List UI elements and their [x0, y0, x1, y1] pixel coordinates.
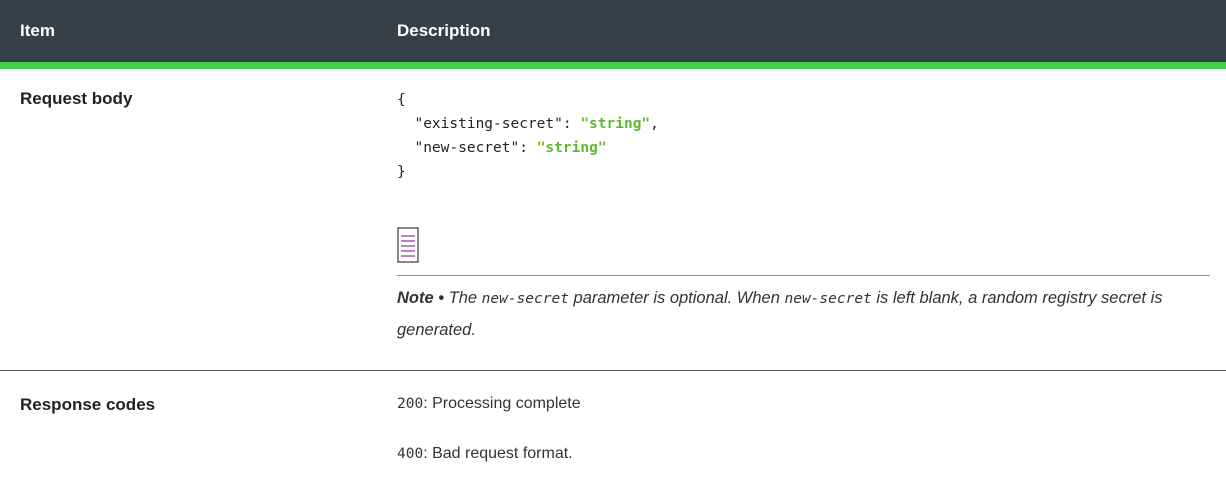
response-code-description: : Bad request format.: [423, 445, 573, 462]
note-text-part: The: [444, 289, 482, 307]
response-code-item: 200: Processing complete: [397, 395, 581, 413]
note-divider: [397, 275, 1210, 276]
request-body-label: Request body: [20, 89, 133, 108]
code-line-new-secret-key: "new-secret":: [397, 140, 537, 156]
code-line-new-secret-value: "string": [536, 140, 607, 156]
response-code-number: 400: [397, 446, 424, 462]
code-line-comma: ,: [650, 116, 659, 132]
table-row-response-codes: Response codes 200: Processing complete …: [0, 371, 1226, 484]
code-line-existing-secret-value: "string": [580, 116, 651, 132]
api-parameter-table: Item Description Request body { "existin…: [0, 0, 1226, 484]
response-codes-label: Response codes: [20, 395, 156, 414]
note-icon: [397, 227, 419, 263]
note-text-part: parameter is optional. When: [568, 289, 785, 307]
request-body-code-sample: { "existing-secret": "string", "new-secr…: [397, 88, 659, 184]
note-inline-code: new-secret: [481, 291, 569, 307]
note-paragraph: Note • The new-secret parameter is optio…: [397, 283, 1217, 346]
code-open-brace: {: [397, 92, 406, 108]
note-label: Note •: [397, 289, 445, 307]
response-code-number: 200: [397, 396, 424, 412]
response-code-item: 400: Bad request format.: [397, 445, 573, 463]
table-row-request-body: Request body { "existing-secret": "strin…: [0, 69, 1226, 371]
column-header-description: Description: [397, 21, 491, 40]
note-inline-code: new-secret: [784, 291, 872, 307]
table-header-row: Item Description: [0, 0, 1226, 69]
code-line-existing-secret-key: "existing-secret":: [397, 116, 581, 132]
response-code-description: : Processing complete: [423, 395, 581, 412]
column-header-item: Item: [20, 21, 55, 40]
code-close-brace: }: [397, 164, 406, 180]
